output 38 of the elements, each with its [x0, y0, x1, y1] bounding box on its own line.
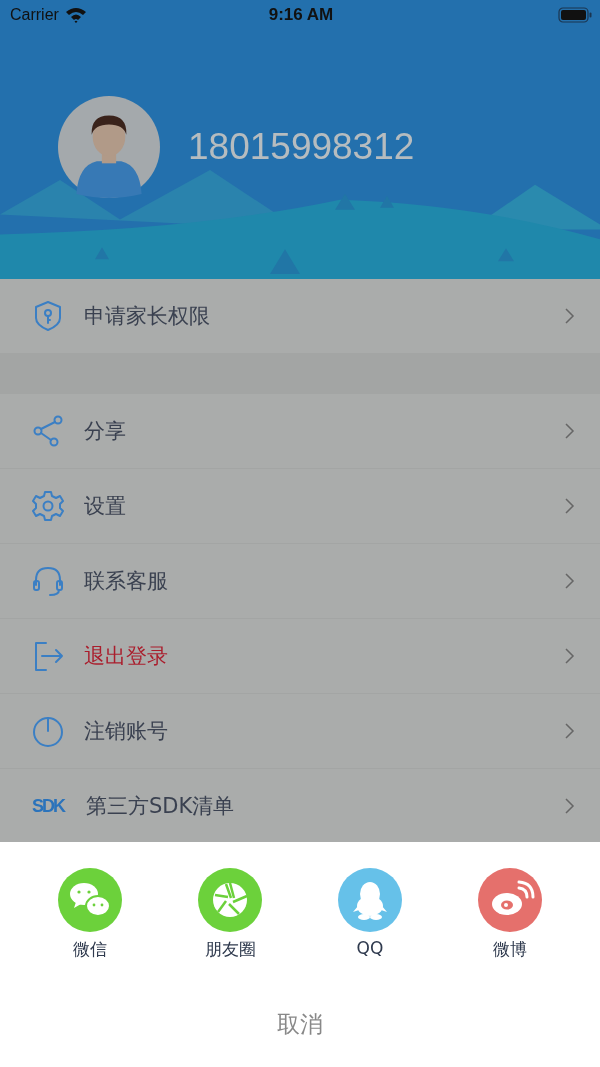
battery-icon — [558, 7, 592, 23]
menu-item[interactable]: 联系客服 — [0, 544, 600, 619]
cancel-button[interactable]: 取消 — [267, 1005, 333, 1044]
menu-label: 联系客服 — [84, 568, 169, 595]
share-target[interactable]: QQ — [338, 868, 402, 961]
power-icon — [32, 715, 64, 747]
sdk-icon: SDK — [32, 795, 66, 817]
menu-label: 注销账号 — [84, 718, 169, 745]
gear-icon — [32, 490, 64, 522]
menu-label: 分享 — [84, 418, 127, 445]
menu-item[interactable]: 注销账号 — [0, 694, 600, 769]
chevron-icon — [565, 723, 575, 739]
logout-icon — [32, 640, 64, 672]
share-target[interactable]: 微博 — [478, 868, 542, 961]
menu-label: 设置 — [84, 493, 127, 520]
chevron-icon — [565, 498, 575, 514]
clock-time: 9:16 AM — [268, 5, 334, 25]
chevron-icon — [565, 423, 575, 439]
menu-label: 第三方SDK清单 — [86, 793, 236, 820]
shield-icon — [32, 300, 64, 332]
wifi-icon — [64, 7, 87, 23]
share-icon — [32, 415, 64, 447]
share-target[interactable]: 微信 — [58, 868, 122, 961]
share-target[interactable]: 朋友圈 — [198, 868, 262, 961]
phone-number: 18015998312 — [188, 126, 415, 168]
menu-label: 申请家长权限 — [84, 303, 211, 330]
chevron-icon — [565, 648, 575, 664]
menu-item[interactable]: 设置 — [0, 469, 600, 544]
menu-item[interactable]: 退出登录 — [0, 619, 600, 694]
menu-item[interactable]: 申请家长权限 — [0, 279, 600, 354]
carrier-label: Carrier — [10, 6, 59, 24]
menu-item[interactable]: 分享 — [0, 394, 600, 469]
avatar-icon[interactable] — [58, 96, 160, 198]
headset-icon — [32, 565, 64, 597]
chevron-icon — [565, 573, 575, 589]
chevron-icon — [565, 798, 575, 814]
chevron-icon — [565, 308, 575, 324]
menu-label: 退出登录 — [84, 643, 169, 670]
